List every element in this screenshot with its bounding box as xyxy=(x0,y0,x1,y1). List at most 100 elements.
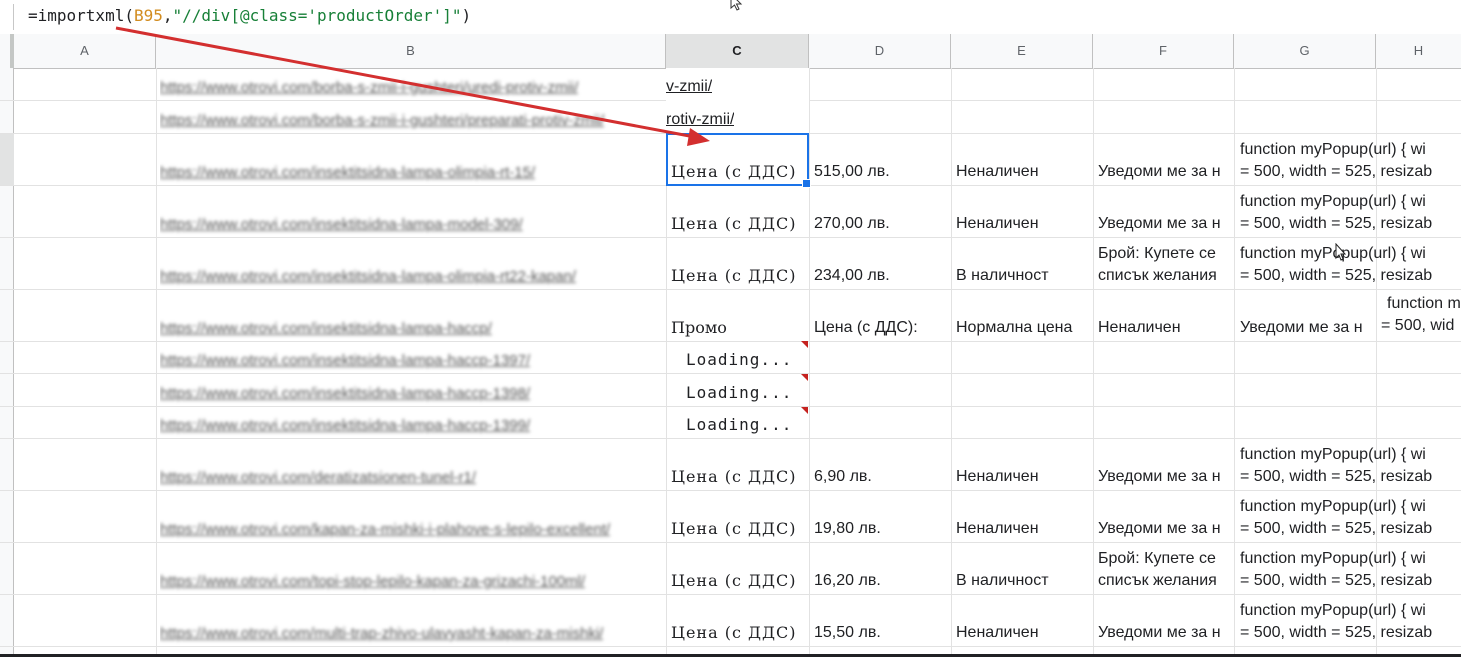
column-header-f[interactable]: F xyxy=(1093,34,1234,68)
cell-d-price[interactable]: 15,50 лв. xyxy=(814,594,951,646)
script-line: function myPopup(url) { wi xyxy=(1240,498,1426,515)
grid-line xyxy=(156,68,157,657)
cell-g-script[interactable]: function myPopup(url) { wi = 500, width =… xyxy=(1240,594,1461,646)
cell-g-script[interactable]: function myPopup(url) { wi = 500, width =… xyxy=(1240,133,1461,185)
column-header-h[interactable]: H xyxy=(1376,34,1461,68)
cell-c-price-label[interactable]: Цена (с ДДС) xyxy=(671,133,809,185)
cell-g-script[interactable]: function myPopup(url) { wi = 500, width =… xyxy=(1240,237,1461,289)
cell-g-script[interactable]: function myPopup(url) { wi = 500, width =… xyxy=(1240,490,1461,542)
cell-c-price-label[interactable]: Цена (с ДДС) xyxy=(671,237,809,289)
wishlist-line: списък желания xyxy=(1098,572,1217,589)
column-header-a[interactable]: A xyxy=(14,34,156,68)
cell-g-notify[interactable]: Уведоми ме за н xyxy=(1240,289,1376,341)
cell-b-url[interactable]: https://www.otrovi.com/kapan-za-mishki-i… xyxy=(160,490,665,542)
grid-line xyxy=(809,68,810,657)
cell-c-price-label[interactable]: Цена (с ДДС) xyxy=(671,594,809,646)
cell-c-loading[interactable]: Loading... xyxy=(686,373,808,406)
cell-h-script[interactable]: function m = 500, wid xyxy=(1381,289,1461,341)
url-text: https://www.otrovi.com/kapan-za-mishki-i… xyxy=(160,521,611,538)
cell-b-url[interactable]: https://www.otrovi.com/insektitsidna-lam… xyxy=(160,133,665,185)
cell-e-status[interactable]: В наличност xyxy=(956,237,1093,289)
url-text: https://www.otrovi.com/insektitsidna-lam… xyxy=(160,320,492,337)
cell-f-notify[interactable]: Уведоми ме за н xyxy=(1098,185,1234,237)
url-text: rotiv-zmii/ xyxy=(666,111,735,128)
cell-d-price[interactable]: 270,00 лв. xyxy=(814,185,951,237)
cell-e-status[interactable]: Неналичен xyxy=(956,133,1093,185)
cell-b-url[interactable]: https://www.otrovi.com/insektitsidna-lam… xyxy=(160,185,665,237)
cell-f-status[interactable]: Неналичен xyxy=(1098,289,1234,341)
cell-d-price[interactable]: 515,00 лв. xyxy=(814,133,951,185)
cell-d-price[interactable]: 19,80 лв. xyxy=(814,490,951,542)
comment-flag-icon[interactable] xyxy=(801,407,808,414)
row-header-selected[interactable] xyxy=(0,133,14,185)
cell-e-status[interactable]: Неналичен xyxy=(956,438,1093,490)
url-text: https://www.otrovi.com/topi-stop-lepilo-… xyxy=(160,573,586,590)
pointer-cursor-icon xyxy=(1335,243,1347,261)
cell-b-url[interactable]: https://www.otrovi.com/insektitsidna-lam… xyxy=(160,406,665,438)
cell-b-url[interactable]: https://www.otrovi.com/multi-trap-zhivo-… xyxy=(160,594,665,646)
cell-d-price[interactable]: 16,20 лв. xyxy=(814,542,951,594)
fill-handle[interactable] xyxy=(802,179,811,188)
cell-b-url[interactable]: https://www.otrovi.com/topi-stop-lepilo-… xyxy=(160,542,665,594)
cell-b-url[interactable]: https://www.otrovi.com/borba-s-zmii-i-gu… xyxy=(160,68,665,100)
url-text: https://www.otrovi.com/insektitsidna-lam… xyxy=(160,268,576,285)
column-header-c[interactable]: C xyxy=(666,34,809,68)
cell-b-url[interactable]: https://www.otrovi.com/insektitsidna-lam… xyxy=(160,341,665,373)
column-header-b[interactable]: B xyxy=(156,34,666,68)
formula-bar[interactable]: =importxml(B95,"//div[@class='productOrd… xyxy=(0,0,1461,35)
arrow-cursor-icon xyxy=(730,0,743,11)
cell-c-price-label[interactable]: Цена (с ДДС) xyxy=(671,185,809,237)
cell-f-notify[interactable]: Уведоми ме за н xyxy=(1098,594,1234,646)
cell-e-status[interactable]: Неналичен xyxy=(956,594,1093,646)
cell-f-notify[interactable]: Уведоми ме за н xyxy=(1098,133,1234,185)
cell-g-script[interactable]: function myPopup(url) { wi = 500, width =… xyxy=(1240,542,1461,594)
cell-e-status[interactable]: Неналичен xyxy=(956,490,1093,542)
cell-f-notify[interactable]: Уведоми ме за н xyxy=(1098,438,1234,490)
grid-line xyxy=(666,68,667,657)
comment-flag-icon[interactable] xyxy=(801,341,808,348)
comment-flag-icon[interactable] xyxy=(801,374,808,381)
cell-c-url-overflow[interactable]: v-zmii/ xyxy=(666,68,809,100)
script-line: function m xyxy=(1387,295,1461,312)
cell-e-normal-price[interactable]: Нормална цена xyxy=(956,289,1093,341)
cell-e-status[interactable]: Неналичен xyxy=(956,185,1093,237)
cell-b-url[interactable]: https://www.otrovi.com/insektitsidna-lam… xyxy=(160,373,665,406)
cell-b-url[interactable]: https://www.otrovi.com/deratizatsionen-t… xyxy=(160,438,665,490)
grid-line xyxy=(0,646,1461,647)
column-header-g[interactable]: G xyxy=(1234,34,1376,68)
cell-c-promo[interactable]: Промо xyxy=(671,289,809,341)
url-text: https://www.otrovi.com/multi-trap-zhivo-… xyxy=(160,625,604,642)
cell-b-url[interactable]: https://www.otrovi.com/insektitsidna-lam… xyxy=(160,289,665,341)
cell-d-price-label[interactable]: Цена (с ДДС): xyxy=(814,289,951,341)
cell-d-price[interactable]: 6,90 лв. xyxy=(814,438,951,490)
cell-g-script[interactable]: function myPopup(url) { wi = 500, width =… xyxy=(1240,438,1461,490)
grid-line xyxy=(1234,68,1235,657)
cell-c-price-label[interactable]: Цена (с ДДС) xyxy=(671,438,809,490)
quantity-line: Брой: Купете се xyxy=(1098,550,1216,567)
url-text: https://www.otrovi.com/insektitsidna-lam… xyxy=(160,352,531,369)
cell-e-status[interactable]: В наличност xyxy=(956,542,1093,594)
column-header-bar: A B C D E F G H xyxy=(0,34,1461,69)
cell-c-loading[interactable]: Loading... xyxy=(686,341,808,373)
cell-c-price-label[interactable]: Цена (с ДДС) xyxy=(671,542,809,594)
script-line: function myPopup(url) { wi xyxy=(1240,141,1426,158)
script-line: function myPopup(url) { wi xyxy=(1240,245,1426,262)
cell-g-script[interactable]: function myPopup(url) { wi = 500, width =… xyxy=(1240,185,1461,237)
cell-c-price-label[interactable]: Цена (с ДДС) xyxy=(671,490,809,542)
cell-f-quantity[interactable]: Брой: Купете се списък желания xyxy=(1098,542,1234,594)
url-text: v-zmii/ xyxy=(666,78,713,95)
cell-c-loading[interactable]: Loading... xyxy=(686,406,808,438)
column-header-e[interactable]: E xyxy=(951,34,1093,68)
url-text: https://www.otrovi.com/insektitsidna-lam… xyxy=(160,385,531,402)
spreadsheet-grid[interactable]: https://www.otrovi.com/borba-s-zmii-i-gu… xyxy=(0,68,1461,657)
cell-b-url[interactable]: https://www.otrovi.com/insektitsidna-lam… xyxy=(160,237,665,289)
cell-b-url[interactable]: https://www.otrovi.com/borba-s-zmii-i-gu… xyxy=(160,100,665,133)
grid-line xyxy=(951,68,952,657)
cell-d-price[interactable]: 234,00 лв. xyxy=(814,237,951,289)
select-all-corner[interactable] xyxy=(0,34,14,68)
column-header-d[interactable]: D xyxy=(809,34,951,68)
cell-c-url-overflow[interactable]: rotiv-zmii/ xyxy=(666,100,809,133)
cell-f-quantity[interactable]: Брой: Купете се списък желания xyxy=(1098,237,1234,289)
cell-f-notify[interactable]: Уведоми ме за н xyxy=(1098,490,1234,542)
formula-input[interactable]: =importxml(B95,"//div[@class='productOrd… xyxy=(28,6,471,25)
